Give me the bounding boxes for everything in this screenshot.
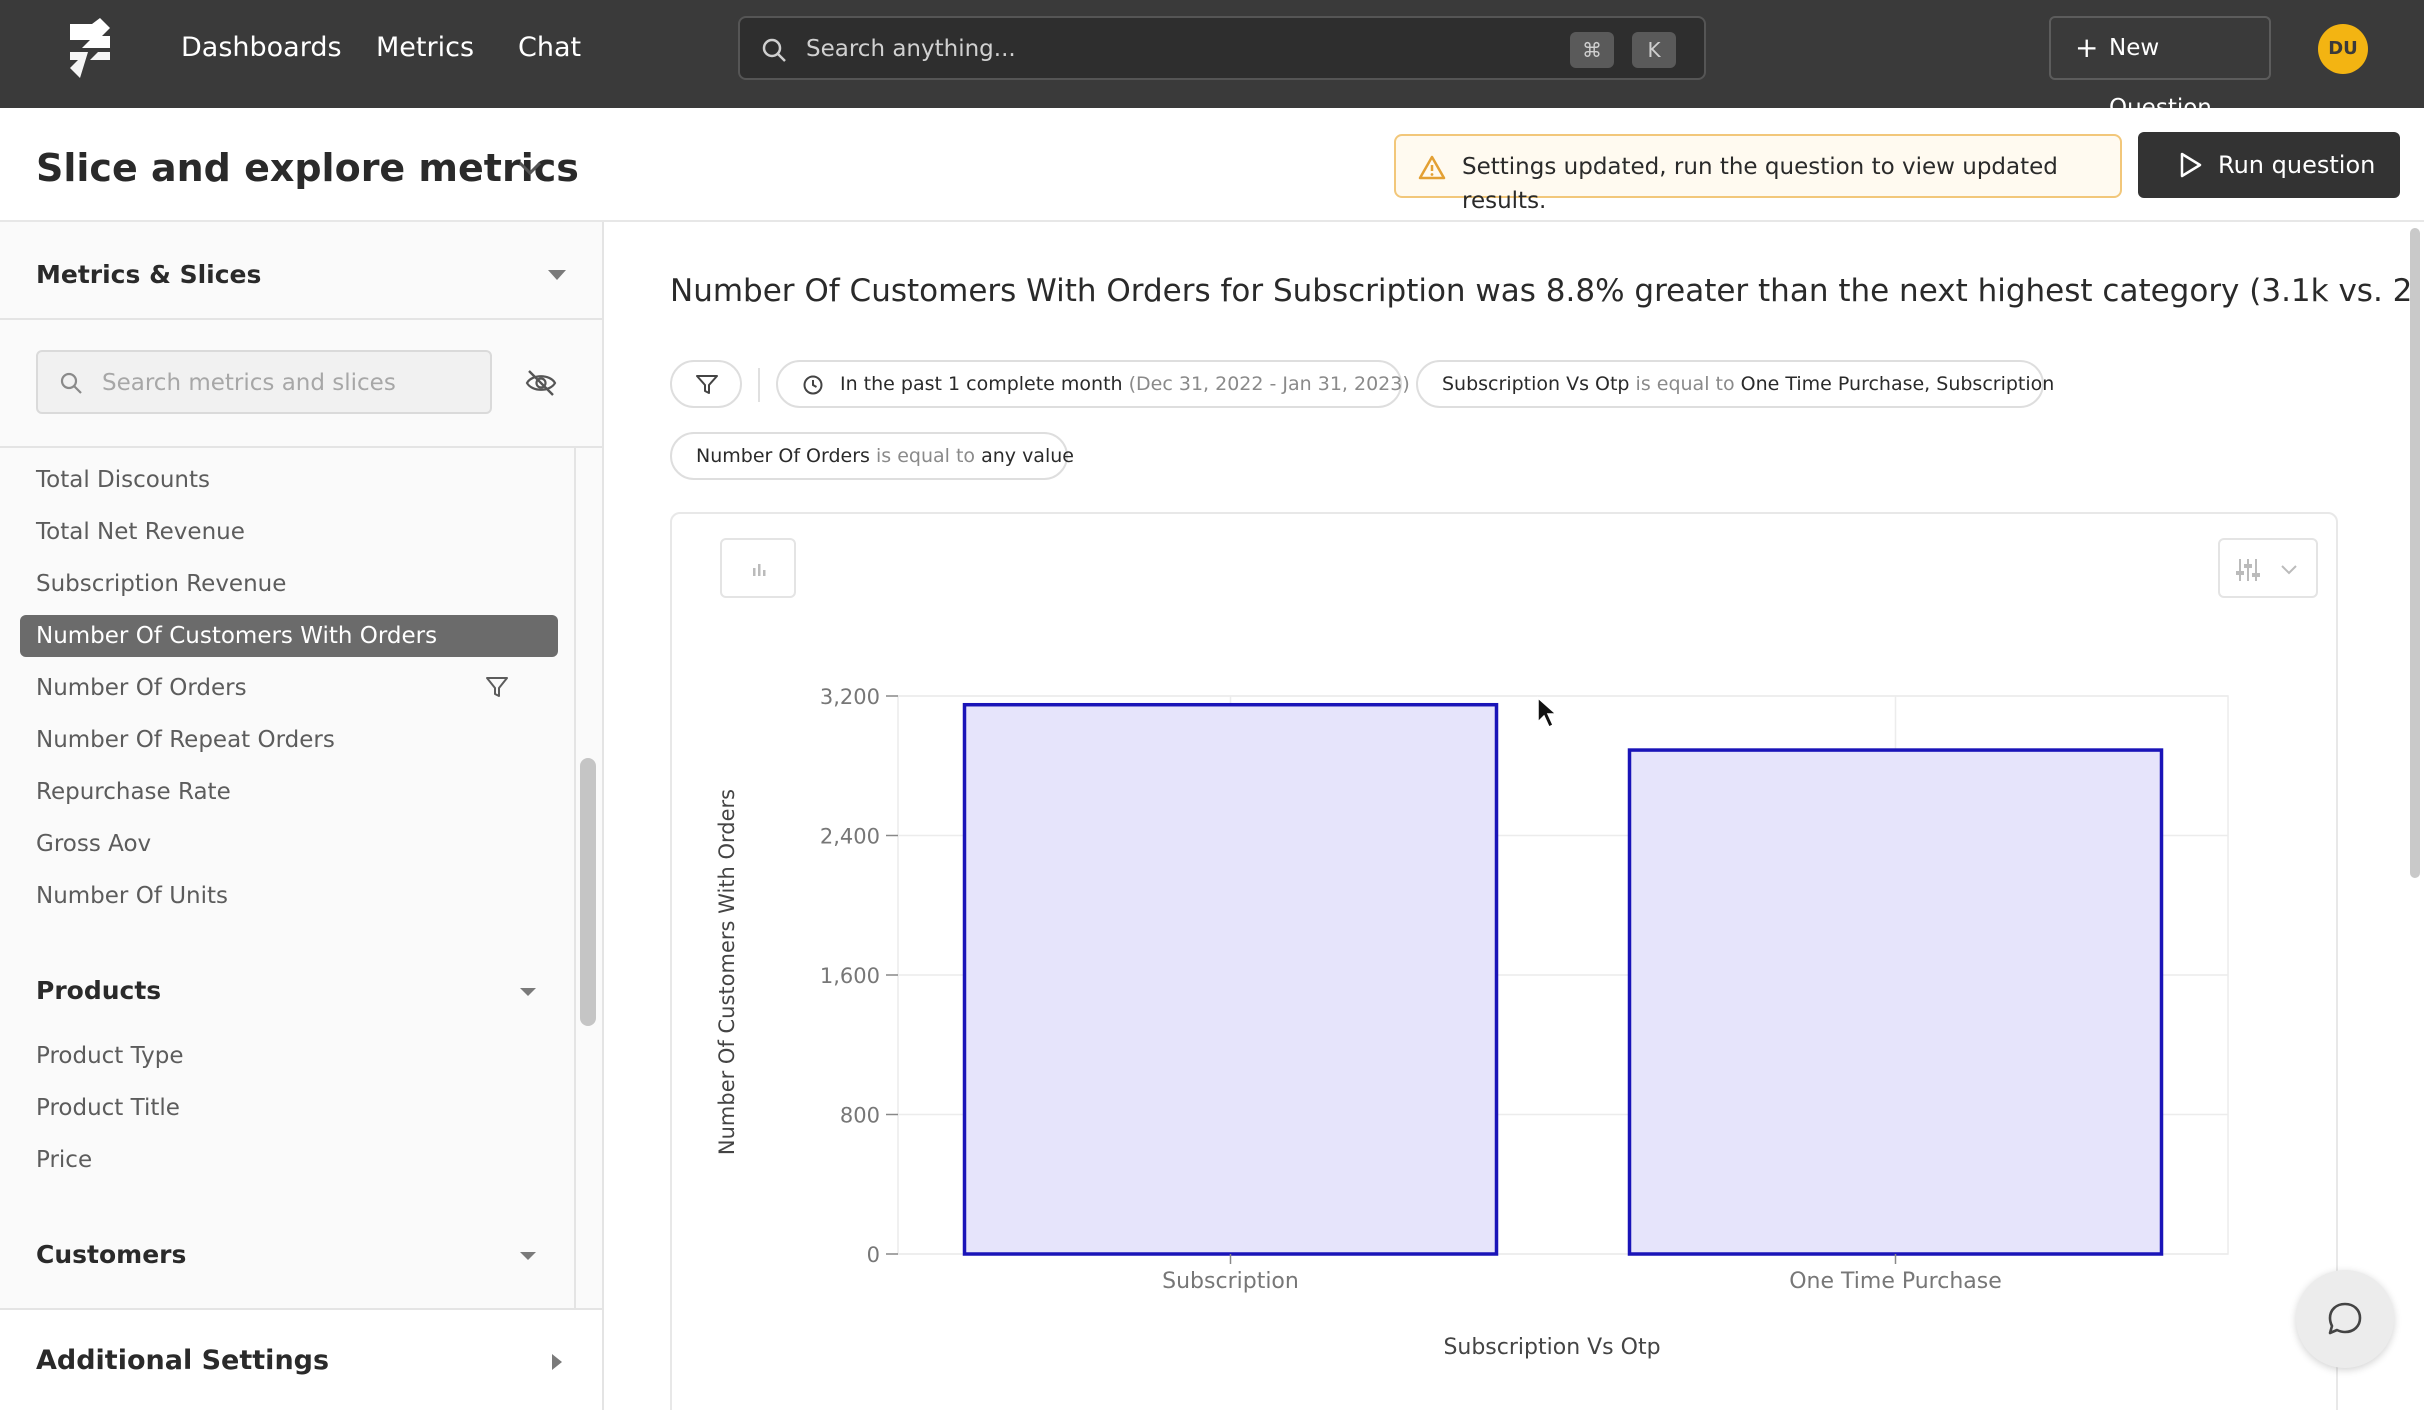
filter-field: Subscription Vs Otp — [1442, 373, 1630, 395]
shortcut-k-key: K — [1632, 32, 1676, 68]
divider — [0, 446, 602, 448]
section-products[interactable]: Products — [36, 974, 161, 1008]
user-avatar[interactable]: DU — [2318, 24, 2368, 74]
y-tick-label: 3,200 — [820, 685, 880, 709]
metric-item-label: Number Of Customers With Orders — [36, 623, 438, 649]
slice-item-price[interactable]: Price — [36, 1144, 92, 1176]
metrics-search-input[interactable]: Search metrics and slices — [36, 350, 492, 414]
plus-icon: + — [2075, 31, 2099, 64]
main-panel: Number Of Customers With Orders for Subs… — [604, 222, 2424, 1410]
x-axis-label: Subscription Vs Otp — [1443, 1335, 1660, 1360]
divider — [758, 368, 760, 402]
filter-operator: is equal to — [1635, 373, 1735, 395]
metric-item-gross-aov[interactable]: Gross Aov — [36, 828, 151, 860]
x-tick-label: Subscription — [1162, 1269, 1299, 1294]
page-header: Slice and explore metrics Settings updat… — [0, 108, 2424, 222]
sidebar-scroll-track — [574, 448, 576, 1308]
filter-operator: is equal to — [876, 445, 976, 467]
filter-icon[interactable] — [484, 674, 510, 700]
bar-chart: 0 800 1,600 2,400 3,200 Subscription One Time… — [715, 685, 2229, 1360]
divider — [0, 318, 602, 320]
shortcut-cmd-key: ⌘ — [1570, 32, 1614, 68]
main-scrollbar[interactable] — [2410, 228, 2420, 878]
caret-right-icon — [552, 1354, 562, 1370]
search-icon — [762, 38, 786, 62]
play-icon — [2180, 152, 2202, 178]
search-icon — [60, 372, 82, 394]
section-customers[interactable]: Customers — [36, 1238, 186, 1272]
page-title: Slice and explore metrics — [36, 146, 579, 190]
run-question-button[interactable]: Run question — [2138, 132, 2400, 198]
y-tick-label: 0 — [867, 1243, 880, 1267]
y-tick-label: 800 — [840, 1104, 880, 1128]
caret-down-icon[interactable] — [548, 270, 566, 280]
orders-filter-pill[interactable]: Number Of Orders is equal to any value — [670, 432, 1074, 480]
eye-off-icon[interactable] — [524, 366, 558, 400]
mouse-cursor-icon — [1537, 696, 1558, 729]
metrics-search-placeholder: Search metrics and slices — [102, 370, 396, 396]
filter-value: any value — [981, 445, 1074, 467]
nav-dashboards[interactable]: Dashboards — [181, 30, 342, 66]
metrics-sidebar: Metrics & Slices Search metrics and slic… — [0, 222, 604, 1410]
y-axis-ticks: 0 800 1,600 2,400 3,200 — [820, 685, 898, 1267]
new-question-button[interactable]: + New Question — [2049, 16, 2271, 121]
date-filter-range: (Dec 31, 2022 - Jan 31, 2023) — [1128, 373, 1410, 395]
chart-card: 0 800 1,600 2,400 3,200 Subscription One Time… — [670, 512, 2338, 1410]
section-additional-settings: Additional Settings — [36, 1345, 330, 1376]
x-tick-label: One Time Purchase — [1789, 1269, 2002, 1294]
y-axis-label: Number Of Customers With Orders — [715, 789, 739, 1155]
chat-support-button[interactable] — [2296, 1270, 2394, 1368]
settings-warning-banner: Settings updated, run the question to vi… — [1394, 134, 2122, 214]
metric-item-total-net-revenue[interactable]: Total Net Revenue — [36, 516, 245, 548]
metric-item-repurchase-rate[interactable]: Repurchase Rate — [36, 776, 231, 808]
top-navbar: Dashboards Metrics Chat Search anything.… — [0, 0, 2424, 121]
nav-chat[interactable]: Chat — [518, 30, 581, 66]
insight-summary: Number Of Customers With Orders for Subs… — [670, 273, 2424, 309]
subscription-filter-pill[interactable]: Subscription Vs Otp is equal to One Time… — [1416, 360, 2054, 408]
sidebar-scrollbar[interactable] — [580, 758, 596, 1026]
additional-settings-row[interactable]: Additional Settings — [0, 1308, 602, 1410]
search-placeholder: Search anything... — [806, 36, 1016, 62]
date-filter-pill[interactable]: In the past 1 complete month (Dec 31, 20… — [776, 360, 1410, 408]
run-question-label: Run question — [2218, 151, 2376, 179]
metric-item-repeat-orders[interactable]: Number Of Repeat Orders — [36, 724, 335, 756]
y-tick-label: 1,600 — [820, 964, 880, 988]
metric-item-total-discounts[interactable]: Total Discounts — [36, 464, 210, 496]
metric-item-number-of-units[interactable]: Number Of Units — [36, 880, 228, 912]
metric-item-subscription-revenue[interactable]: Subscription Revenue — [36, 568, 286, 600]
metric-item-customers-with-orders[interactable]: Number Of Customers With Orders — [20, 615, 558, 657]
app-logo-icon[interactable] — [62, 18, 118, 78]
filter-field: Number Of Orders — [696, 445, 870, 467]
caret-down-icon[interactable] — [520, 1252, 536, 1260]
bars — [962, 702, 2164, 1256]
filter-icon — [696, 375, 718, 394]
date-filter-label: In the past 1 complete month — [840, 373, 1123, 395]
slice-item-product-title[interactable]: Product Title — [36, 1092, 180, 1124]
clock-icon — [803, 375, 823, 395]
x-axis-ticks: Subscription One Time Purchase — [1162, 1254, 2002, 1294]
warning-icon — [1418, 155, 1446, 180]
warning-text: Settings updated, run the question to vi… — [1462, 154, 2058, 214]
bar-subscription[interactable] — [962, 702, 1499, 1256]
global-search-input[interactable]: Search anything... ⌘ K — [738, 16, 1706, 80]
chevron-down-icon[interactable] — [514, 152, 546, 184]
caret-down-icon[interactable] — [520, 988, 536, 996]
chat-bubble-icon — [2328, 1302, 2362, 1335]
section-metrics-slices[interactable]: Metrics & Slices — [36, 258, 261, 292]
metric-item-number-of-orders[interactable]: Number Of Orders — [36, 672, 247, 704]
bar-one-time-purchase[interactable] — [1627, 748, 2164, 1256]
add-filter-button[interactable] — [670, 360, 742, 408]
slice-item-product-type[interactable]: Product Type — [36, 1040, 183, 1072]
y-tick-label: 2,400 — [820, 825, 880, 849]
nav-metrics[interactable]: Metrics — [376, 30, 474, 66]
filter-value: One Time Purchase, Subscription — [1740, 373, 2055, 395]
